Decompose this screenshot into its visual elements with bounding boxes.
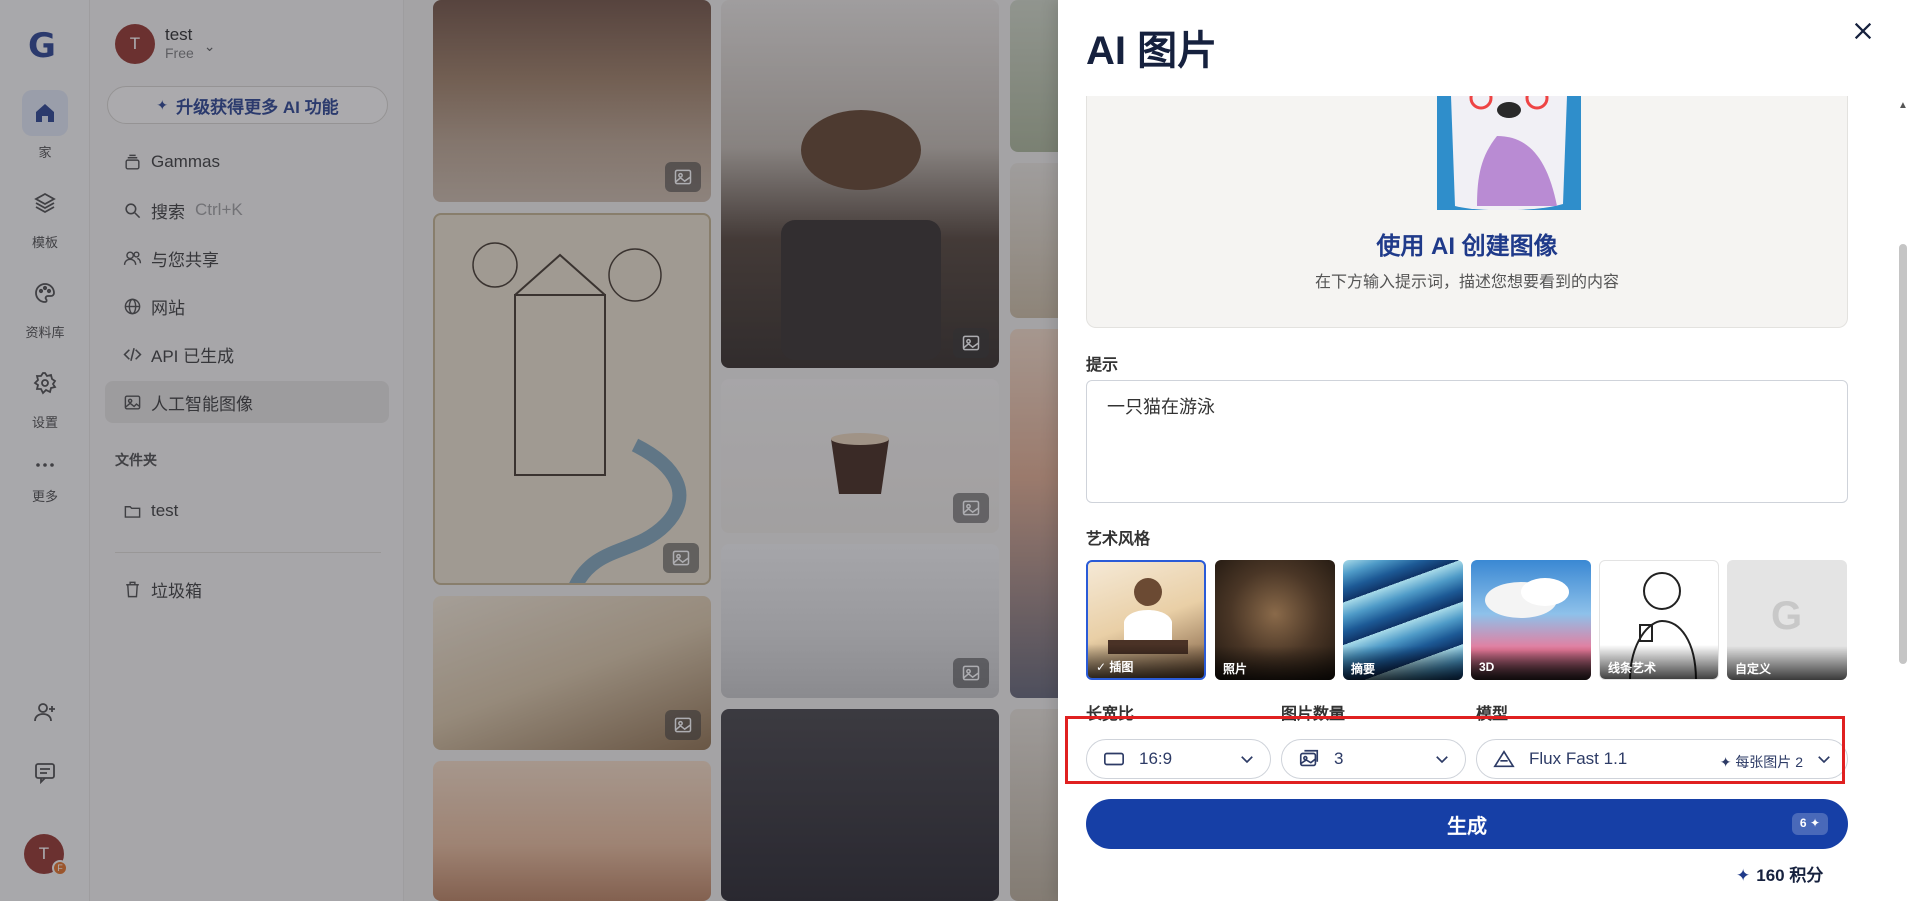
style-label: 艺术风格 — [1086, 531, 1151, 548]
prompt-label: 提示 — [1086, 357, 1119, 374]
style-caption: 3D — [1479, 660, 1495, 674]
hero-heading: 使用 AI 创建图像 — [1376, 233, 1558, 260]
generate-cost: 6 — [1799, 816, 1807, 830]
scrollbar[interactable]: ▲ — [1898, 96, 1908, 901]
style-picker: ✓ 插图 照片 摘要 3D 线条艺术 G 自定义 — [1086, 560, 1848, 680]
style-option-illustration[interactable]: ✓ 插图 — [1086, 560, 1206, 680]
style-option-line-art[interactable]: 线条艺术 — [1599, 560, 1719, 680]
sparkle-icon: ✦ — [1736, 866, 1751, 885]
prompt-value: 一只猫在游泳 — [1107, 397, 1215, 417]
generate-label: 生成 — [1447, 815, 1487, 838]
check-icon: ✓ — [1096, 660, 1110, 674]
generate-button[interactable]: 生成 6 ✦ — [1086, 799, 1848, 849]
style-caption: 照片 — [1223, 662, 1248, 676]
hero-panel: 使用 AI 创建图像 在下方输入提示词，描述您想要看到的内容 — [1086, 96, 1848, 328]
style-option-3d[interactable]: 3D — [1471, 560, 1591, 680]
hero-illustration — [1437, 96, 1581, 210]
generate-cost-badge: 6 ✦ — [1791, 813, 1828, 835]
hero-subtext: 在下方输入提示词，描述您想要看到的内容 — [1314, 274, 1619, 291]
modal-backdrop[interactable] — [0, 0, 1058, 901]
style-caption: 插图 — [1109, 660, 1134, 674]
style-caption: 自定义 — [1735, 662, 1772, 676]
style-caption: 摘要 — [1351, 662, 1376, 676]
credits-balance[interactable]: ✦ 160 积分 — [1736, 861, 1823, 886]
style-caption: 线条艺术 — [1608, 661, 1657, 675]
style-option-custom[interactable]: G 自定义 — [1727, 560, 1847, 680]
annotation-highlight-box — [1065, 716, 1845, 784]
prompt-textarea[interactable]: 一只猫在游泳 — [1086, 380, 1848, 503]
close-icon — [1854, 22, 1872, 40]
style-option-photo[interactable]: 照片 — [1215, 560, 1335, 680]
scroll-up-arrow[interactable]: ▲ — [1898, 100, 1908, 111]
gamma-logo-watermark: G — [1771, 594, 1803, 638]
ai-image-drawer: AI 图片 ▲ 使用 AI 创建图像 在下方输入提示词，描述您想要看到的内容 提… — [1058, 0, 1915, 901]
credits-text: 160 积分 — [1756, 866, 1824, 885]
style-option-abstract[interactable]: 摘要 — [1343, 560, 1463, 680]
drawer-title: AI 图片 — [1086, 29, 1218, 73]
sparkle-icon: ✦ — [1809, 816, 1820, 830]
scrollbar-thumb[interactable] — [1899, 244, 1907, 664]
close-button[interactable] — [1848, 16, 1878, 46]
